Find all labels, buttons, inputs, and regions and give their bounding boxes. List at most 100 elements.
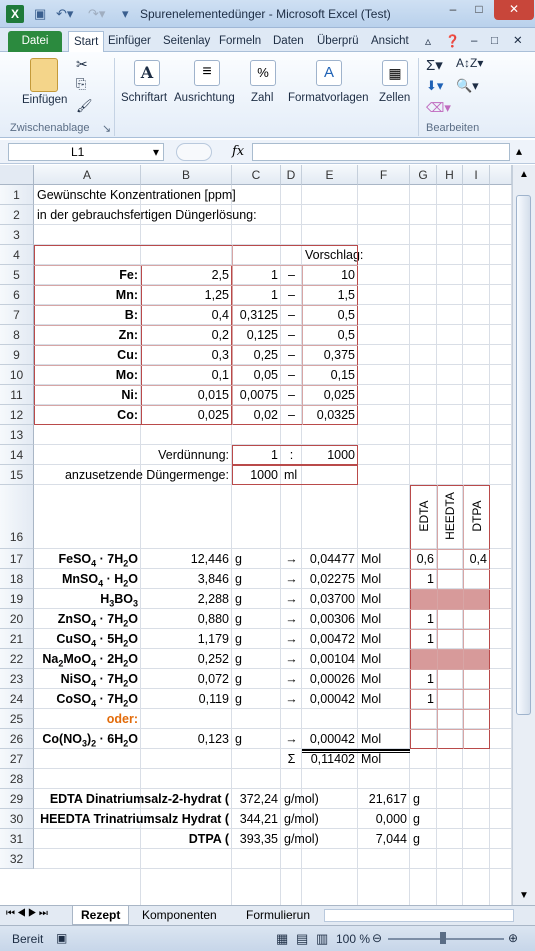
page-layout-view-icon[interactable]: ▤ — [296, 931, 308, 947]
doc-restore-icon[interactable]: □ — [486, 31, 503, 52]
row-header[interactable]: 13 — [0, 425, 34, 445]
tab-seitenlayout[interactable]: Seitenlay — [158, 31, 214, 52]
row-header[interactable]: 32 — [0, 849, 34, 869]
insert-function-icon[interactable]: fx — [232, 144, 244, 159]
styles-group-button[interactable]: Formatvorlagen — [288, 92, 369, 104]
tab-daten[interactable]: Daten — [268, 31, 309, 52]
fill-icon[interactable]: ⬇▾ — [426, 78, 443, 94]
row-header[interactable]: 9 — [0, 345, 34, 365]
row-header[interactable]: 10 — [0, 365, 34, 385]
sort-filter-icon[interactable]: A↕Z▾ — [456, 56, 483, 70]
paste-icon[interactable] — [30, 58, 58, 92]
zoom-out-icon[interactable]: ⊖ — [372, 931, 382, 945]
number-group-button[interactable]: Zahl — [251, 92, 273, 104]
expand-formula-bar-icon[interactable]: ▴ — [516, 144, 522, 158]
column-header-d[interactable]: D — [281, 165, 302, 185]
tab-ueberpruefen[interactable]: Überprü — [312, 31, 364, 52]
maximize-button[interactable]: □ — [466, 0, 492, 20]
row-header[interactable]: 29 — [0, 789, 34, 809]
macro-record-icon[interactable]: ▣ — [56, 931, 67, 945]
row-header[interactable]: 18 — [0, 569, 34, 589]
select-all-corner[interactable] — [0, 165, 34, 185]
row-header[interactable]: 15 — [0, 465, 34, 485]
row-header[interactable]: 21 — [0, 629, 34, 649]
customize-quick-access-icon[interactable]: ▾ — [122, 6, 129, 22]
row-header[interactable]: 25 — [0, 709, 34, 729]
row-header[interactable]: 16 — [0, 485, 34, 549]
tab-formeln[interactable]: Formeln — [214, 31, 266, 52]
row-header[interactable]: 5 — [0, 265, 34, 285]
doc-minimize-icon[interactable]: – — [466, 31, 482, 52]
save-icon[interactable]: ▣ — [34, 6, 46, 22]
font-group-button[interactable]: Schriftart — [121, 92, 167, 104]
cut-icon[interactable]: ✂ — [76, 56, 88, 73]
sheet-tab-komponenten[interactable]: Komponenten — [134, 906, 225, 925]
formula-bar-splitter[interactable] — [176, 143, 212, 161]
vertical-scrollbar[interactable]: ▲ ▼ — [512, 165, 535, 905]
formula-input[interactable] — [252, 143, 510, 161]
zoom-slider[interactable] — [388, 938, 504, 940]
column-header-j[interactable] — [490, 165, 512, 185]
column-header-g[interactable]: G — [410, 165, 437, 185]
row-header[interactable]: 6 — [0, 285, 34, 305]
row-header[interactable]: 30 — [0, 809, 34, 829]
column-header-b[interactable]: B — [141, 165, 232, 185]
row-header[interactable]: 24 — [0, 689, 34, 709]
horizontal-scrollbar[interactable] — [324, 909, 514, 922]
row-header[interactable]: 27 — [0, 749, 34, 769]
row-header[interactable]: 1 — [0, 185, 34, 205]
find-select-icon[interactable]: 🔍▾ — [456, 78, 479, 94]
vertical-scroll-thumb[interactable] — [516, 195, 531, 715]
row-header[interactable]: 28 — [0, 769, 34, 789]
row-header[interactable]: 20 — [0, 609, 34, 629]
row-header[interactable]: 19 — [0, 589, 34, 609]
clipboard-launcher-icon[interactable]: ↘ — [102, 122, 111, 135]
undo-icon[interactable]: ↶▾ — [56, 6, 73, 22]
alignment-group-button[interactable]: Ausrichtung — [174, 92, 235, 104]
row-header[interactable]: 14 — [0, 445, 34, 465]
clear-icon[interactable]: ⌫▾ — [426, 100, 451, 116]
row-header[interactable]: 4 — [0, 245, 34, 265]
row-header[interactable]: 17 — [0, 549, 34, 569]
row-header[interactable]: 8 — [0, 325, 34, 345]
name-box[interactable]: L1 ▾ — [8, 143, 164, 161]
copy-icon[interactable]: ⎘ — [76, 76, 86, 92]
tab-start[interactable]: Start — [68, 31, 105, 52]
row-header[interactable]: 11 — [0, 385, 34, 405]
tab-einfuegen[interactable]: Einfüger — [103, 31, 157, 52]
zoom-slider-thumb[interactable] — [440, 932, 446, 944]
row-header[interactable]: 7 — [0, 305, 34, 325]
tab-datei[interactable]: Datei — [8, 31, 62, 52]
worksheet-grid[interactable]: A B C D E F G H I 1 2 3 4 5 6 7 8 9 10 11 12 13 14 15 16 17 18 19 20… — [0, 165, 512, 905]
column-header-h[interactable]: H — [437, 165, 463, 185]
zoom-in-icon[interactable]: ⊕ — [508, 931, 518, 945]
sheet-nav-icons[interactable]: ⏮◀▶⏭ — [6, 908, 50, 919]
scroll-up-icon[interactable]: ▲ — [519, 169, 529, 180]
cells-group-button[interactable]: Zellen — [379, 92, 410, 104]
ribbon-minimize-icon[interactable]: ▵ — [420, 31, 436, 52]
styles-icon[interactable]: A — [316, 60, 342, 86]
autosum-icon[interactable]: Σ▾ — [426, 56, 443, 74]
number-icon[interactable]: % — [250, 60, 276, 86]
close-button[interactable]: ✕ — [494, 0, 534, 20]
column-header-c[interactable]: C — [232, 165, 281, 185]
paste-button[interactable]: Einfügen — [22, 94, 67, 106]
doc-close-icon[interactable]: ✕ — [508, 31, 528, 52]
cells-icon[interactable]: ▦ — [382, 60, 408, 86]
column-header-a[interactable]: A — [34, 165, 141, 185]
sheet-tab-rezept[interactable]: Rezept — [72, 906, 130, 925]
minimize-button[interactable]: – — [440, 0, 466, 20]
redo-icon[interactable]: ↷▾ — [88, 6, 105, 22]
row-header[interactable]: 31 — [0, 829, 34, 849]
scroll-down-icon[interactable]: ▼ — [519, 890, 529, 901]
row-header[interactable]: 3 — [0, 225, 34, 245]
font-icon[interactable]: A — [134, 60, 160, 86]
column-header-e[interactable]: E — [302, 165, 358, 185]
column-header-i[interactable]: I — [463, 165, 490, 185]
normal-view-icon[interactable]: ▦ — [276, 931, 288, 947]
row-header[interactable]: 22 — [0, 649, 34, 669]
row-header[interactable]: 26 — [0, 729, 34, 749]
row-header[interactable]: 12 — [0, 405, 34, 425]
page-break-view-icon[interactable]: ▥ — [316, 931, 328, 947]
row-header[interactable]: 2 — [0, 205, 34, 225]
